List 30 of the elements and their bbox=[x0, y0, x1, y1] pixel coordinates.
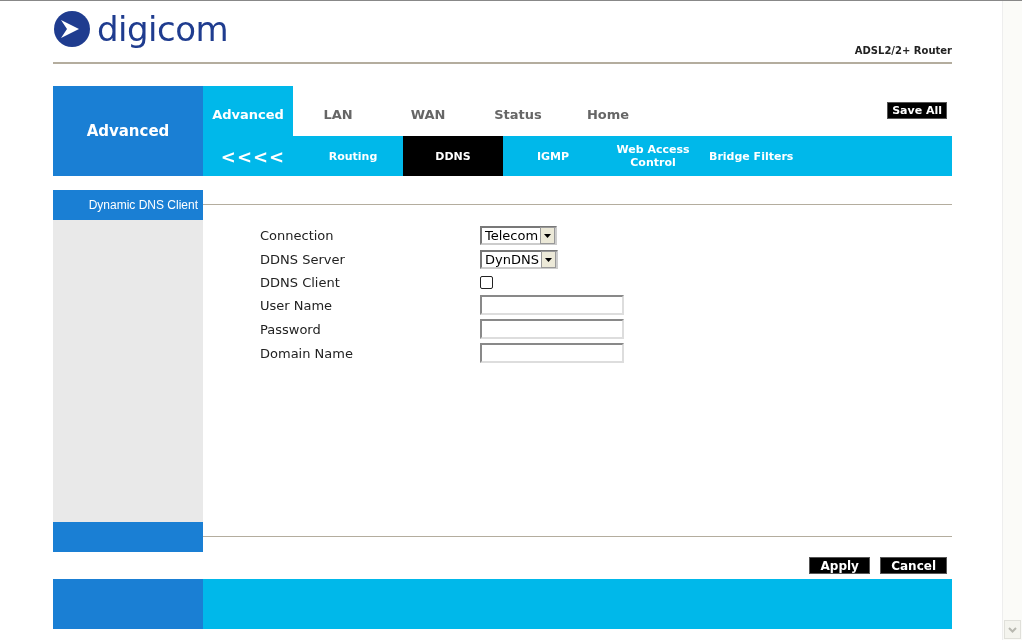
nav-tab[interactable]: Status bbox=[473, 86, 563, 136]
input-field[interactable] bbox=[480, 295, 624, 315]
section-title: Advanced bbox=[53, 86, 203, 176]
nav-tab[interactable]: LAN bbox=[293, 86, 383, 136]
input-field[interactable] bbox=[480, 319, 624, 339]
chevron-down-icon bbox=[1008, 626, 1017, 633]
scroll-down-button[interactable] bbox=[1004, 620, 1021, 639]
action-button[interactable]: Cancel bbox=[880, 557, 947, 574]
input-field[interactable] bbox=[480, 343, 624, 363]
field-label: DDNS Client bbox=[260, 274, 341, 290]
field-label: DDNS Server bbox=[260, 251, 346, 267]
scrollbar[interactable] bbox=[1002, 1, 1022, 640]
action-button[interactable]: Apply bbox=[809, 557, 871, 574]
nav-tab[interactable]: WAN bbox=[383, 86, 473, 136]
field-label: Domain Name bbox=[260, 345, 354, 361]
product-name: ADSL2/2+ Router bbox=[854, 45, 952, 56]
save-all-button[interactable]: Save All bbox=[887, 102, 947, 119]
caret-icon bbox=[540, 250, 556, 268]
field-label: Connection bbox=[260, 227, 335, 243]
nav-tab[interactable]: Home bbox=[563, 86, 653, 136]
dropdown[interactable]: DynDNS bbox=[480, 249, 558, 269]
caret-icon bbox=[540, 226, 556, 244]
field-label: Password bbox=[260, 321, 322, 337]
checkbox[interactable] bbox=[480, 275, 493, 289]
logo-icon bbox=[53, 10, 91, 48]
sub-tab[interactable]: DDNS bbox=[403, 136, 503, 176]
dropdown[interactable]: Telecom bbox=[480, 225, 558, 245]
field-label: User Name bbox=[260, 297, 334, 313]
logo-text: digicom bbox=[97, 10, 229, 48]
sidebar-item[interactable]: Dynamic DNS Client bbox=[53, 190, 203, 220]
